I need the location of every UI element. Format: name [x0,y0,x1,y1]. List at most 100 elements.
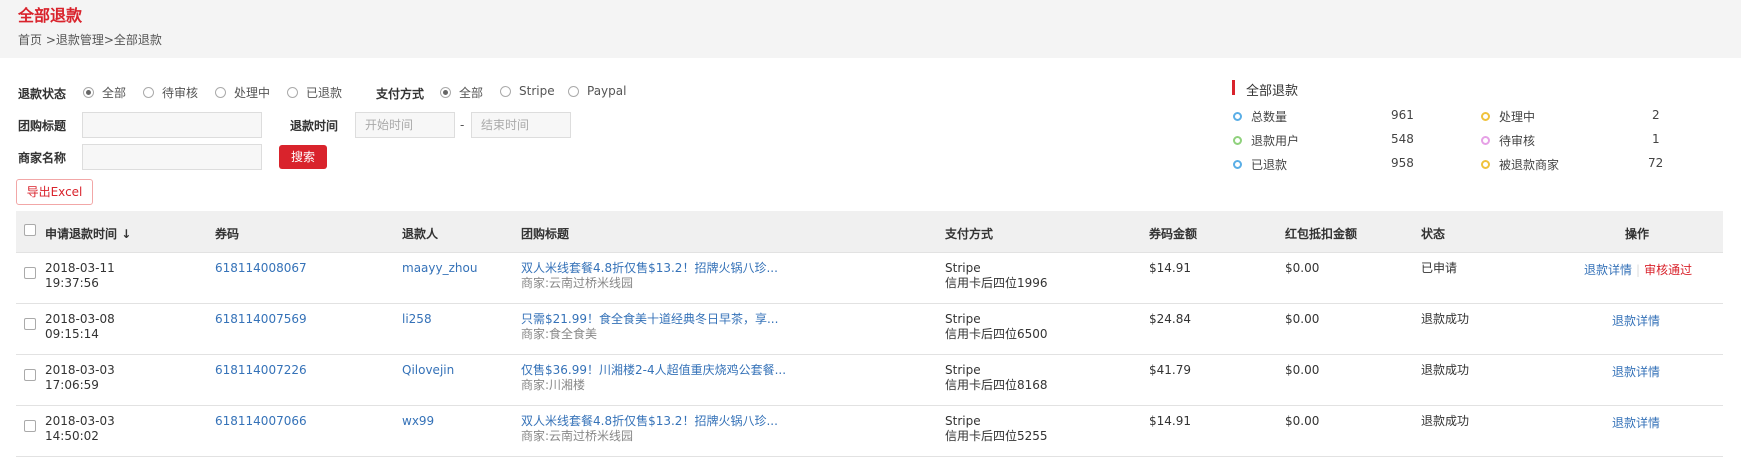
merchant-input[interactable] [82,144,262,170]
cell-ops: 退款详情 [1612,416,1660,431]
start-time-input[interactable]: 开始时间 [355,112,455,138]
stat-refunded: 已退款 [1233,156,1287,173]
cell-user-link[interactable]: Qilovejin [402,363,454,378]
cell-title: 只需$21.99！食全食美十道经典冬日早茶，享... 商家:食全食美 [521,312,778,342]
cell-title: 仅售$36.99！川湘楼2-4人超值重庆烧鸡公套餐... 商家:川湘楼 [521,363,786,393]
header-amount: 券码金额 [1149,227,1198,241]
row-checkbox[interactable] [24,318,36,330]
payment-label: 支付方式 [376,87,425,101]
ops-separator: | [1636,263,1641,277]
radio-pay-all[interactable]: 全部 [440,84,483,101]
row-checkbox[interactable] [24,369,36,381]
radio-indicator[interactable] [83,87,94,98]
cell-code-link[interactable]: 618114007066 [215,414,307,429]
merchant-name: 商家:云南过桥米线园 [521,429,634,443]
row-checkbox[interactable] [24,267,36,279]
stat-processing-value: 2 [1652,108,1660,122]
cell-amount: $24.84 [1149,312,1191,326]
merchant-name: 商家:云南过桥米线园 [521,276,634,290]
cell-user-link[interactable]: maayy_zhou [402,261,477,276]
deal-title-link[interactable]: 只需$21.99！食全食美十道经典冬日早茶，享... [521,312,778,327]
cell-user-link[interactable]: wx99 [402,414,434,429]
refund-detail-link[interactable]: 退款详情 [1612,314,1660,328]
cell-redpack: $0.00 [1285,363,1320,377]
refund-detail-link[interactable]: 退款详情 [1584,263,1632,277]
radio-status-processing[interactable]: 处理中 [215,84,270,101]
sort-arrow-icon[interactable]: ↓ [121,227,131,241]
stats-accent-bar [1232,80,1235,95]
table-row: 2018-03-08 09:15:14 618114007569 li258 只需… [16,304,1723,355]
stat-merchants-value: 72 [1648,156,1664,170]
stat-refunded-value: 958 [1391,156,1414,170]
cell-redpack: $0.00 [1285,261,1320,275]
radio-indicator[interactable] [215,87,226,98]
cell-title: 双人米线套餐4.8折仅售$13.2！招牌火锅八珍... 商家:云南过桥米线园 [521,261,778,291]
merchant-name: 商家:食全食美 [521,327,598,341]
radio-pay-stripe[interactable]: Stripe [500,84,555,98]
radio-indicator[interactable] [287,87,298,98]
deal-title-link[interactable]: 仅售$36.99！川湘楼2-4人超值重庆烧鸡公套餐... [521,363,786,378]
stat-processing: 处理中 [1481,108,1535,125]
refund-table: 申请退款时间 ↓ 券码 退款人 团购标题 支付方式 券码金额 红包抵扣金额 状态… [16,211,1723,457]
deal-title-link[interactable]: 双人米线套餐4.8折仅售$13.2！招牌火锅八珍... [521,414,778,429]
header-code: 券码 [215,227,240,241]
cell-time: 2018-03-11 19:37:56 [45,261,115,290]
cell-code-link[interactable]: 618114007569 [215,312,307,327]
stat-refund-users-value: 548 [1391,132,1414,146]
radio-indicator[interactable] [500,85,511,97]
table-row: 2018-03-03 14:50:02 618114007066 wx99 双人米… [16,406,1723,457]
page-title: 全部退款 [18,6,83,25]
header-ops: 操作 [1625,227,1650,241]
cell-amount: $41.79 [1149,363,1191,377]
date-separator: - [460,118,465,132]
search-button[interactable]: 搜索 [279,145,327,169]
approve-link[interactable]: 审核通过 [1644,263,1692,277]
refund-detail-link[interactable]: 退款详情 [1612,365,1660,379]
header-redpack: 红包抵扣金额 [1285,227,1358,241]
stats-title: 全部退款 [1246,84,1299,99]
cell-time: 2018-03-08 09:15:14 [45,312,115,341]
cell-status: 退款成功 [1421,363,1470,377]
stat-merchants: 被退款商家 [1481,156,1559,173]
header-status: 状态 [1421,227,1446,241]
end-time-input[interactable]: 结束时间 [471,112,571,138]
radio-pay-paypal[interactable]: Paypal [568,84,626,98]
cell-redpack: $0.00 [1285,312,1320,326]
group-title-input[interactable] [82,112,262,138]
cell-payment: Stripe 信用卡后四位6500 [945,312,1048,341]
stat-pending-value: 1 [1652,132,1660,146]
row-checkbox[interactable] [24,420,36,432]
select-all-checkbox[interactable] [24,224,36,236]
refund-detail-link[interactable]: 退款详情 [1612,416,1660,430]
cell-status: 退款成功 [1421,414,1470,428]
table-row: 2018-03-03 17:06:59 618114007226 Qiloveji… [16,355,1723,406]
header-time[interactable]: 申请退款时间 ↓ [45,225,131,242]
cell-status: 退款成功 [1421,312,1470,326]
cell-user-link[interactable]: li258 [402,312,432,327]
radio-status-all[interactable]: 全部 [83,84,126,101]
merchant-label: 商家名称 [18,151,67,165]
cell-code-link[interactable]: 618114008067 [215,261,307,276]
cell-payment: Stripe 信用卡后四位8168 [945,363,1048,392]
radio-indicator[interactable] [568,85,579,97]
cell-amount: $14.91 [1149,261,1191,275]
table-header: 申请退款时间 ↓ 券码 退款人 团购标题 支付方式 券码金额 红包抵扣金额 状态… [16,211,1723,253]
cell-redpack: $0.00 [1285,414,1320,428]
refund-status-label: 退款状态 [18,87,67,101]
radio-indicator[interactable] [143,87,154,98]
cell-ops: 退款详情 [1612,365,1660,380]
stat-total: 总数量 [1233,108,1287,125]
radio-status-pending[interactable]: 待审核 [143,84,198,101]
header-title: 团购标题 [521,227,570,241]
cell-title: 双人米线套餐4.8折仅售$13.2！招牌火锅八珍... 商家:云南过桥米线园 [521,414,778,444]
cell-code-link[interactable]: 618114007226 [215,363,307,378]
deal-title-link[interactable]: 双人米线套餐4.8折仅售$13.2！招牌火锅八珍... [521,261,778,276]
bullet-icon [1233,136,1242,145]
radio-status-refunded[interactable]: 已退款 [287,84,342,101]
header-payment: 支付方式 [945,227,994,241]
cell-time: 2018-03-03 14:50:02 [45,414,115,443]
export-excel-button[interactable]: 导出Excel [16,179,93,205]
cell-amount: $14.91 [1149,414,1191,428]
stat-refund-users: 退款用户 [1233,132,1299,149]
radio-indicator[interactable] [440,87,451,98]
